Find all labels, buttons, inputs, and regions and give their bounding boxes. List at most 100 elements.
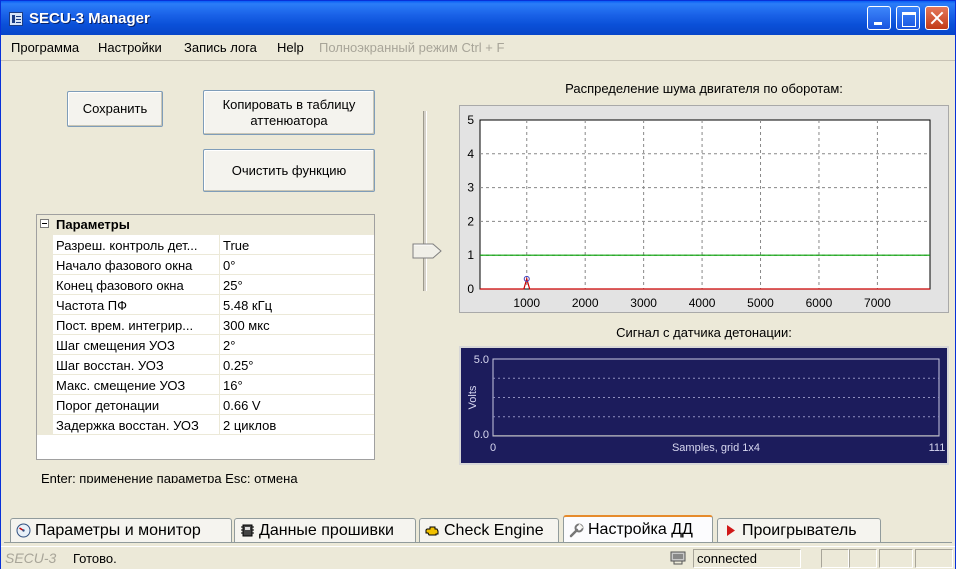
clear-function-button[interactable]: Очистить функцию bbox=[203, 149, 375, 192]
connection-icon bbox=[669, 549, 693, 568]
row-gutter bbox=[37, 275, 53, 295]
column-divider[interactable] bbox=[219, 335, 220, 355]
tab-firmware-data[interactable]: Данные прошивки bbox=[234, 518, 416, 542]
param-row[interactable]: Разреш. контроль дет... True bbox=[37, 235, 374, 255]
signal-chart[interactable]: 5.0 0.0 0 111 Samples, grid 1x4 Volts bbox=[459, 346, 949, 465]
menu-settings[interactable]: Настройки bbox=[98, 40, 162, 55]
minimize-button[interactable] bbox=[867, 6, 891, 30]
param-value[interactable]: 0.25° bbox=[223, 358, 254, 373]
column-divider[interactable] bbox=[219, 395, 220, 415]
param-value[interactable]: 2° bbox=[223, 338, 235, 353]
column-divider[interactable] bbox=[219, 315, 220, 335]
signal-chart-title: Сигнал с датчика детонации: bbox=[616, 325, 792, 340]
param-name: Частота ПФ bbox=[56, 298, 128, 313]
app-icon[interactable] bbox=[9, 12, 23, 26]
row-gutter bbox=[37, 415, 53, 435]
status-bar: SECU-3 Готово. connected bbox=[1, 546, 955, 569]
tab-knock-sensor-setup[interactable]: Настройка ДД bbox=[563, 515, 713, 543]
x-tick-label: 5000 bbox=[747, 296, 774, 310]
slider-thumb[interactable] bbox=[412, 243, 442, 259]
param-row[interactable]: Задержка восстан. УОЗ 2 циклов bbox=[37, 415, 374, 435]
param-name: Конец фазового окна bbox=[56, 278, 184, 293]
x-tick-label: 4000 bbox=[689, 296, 716, 310]
maximize-button[interactable] bbox=[896, 6, 920, 30]
column-divider[interactable] bbox=[219, 275, 220, 295]
param-value[interactable]: 0.66 V bbox=[223, 398, 261, 413]
row-gutter bbox=[37, 335, 53, 355]
menu-log[interactable]: Запись лога bbox=[184, 40, 257, 55]
param-value[interactable]: 16° bbox=[223, 378, 243, 393]
status-pane-1 bbox=[821, 549, 849, 568]
y-tick-label: 0 bbox=[467, 282, 474, 296]
param-value[interactable]: 2 циклов bbox=[223, 418, 276, 433]
column-divider[interactable] bbox=[219, 415, 220, 435]
tab-label: Check Engine bbox=[444, 521, 544, 539]
menu-bar: Программа Настройки Запись лога Help Пол… bbox=[1, 35, 955, 61]
param-row[interactable]: Шаг смещения УОЗ 2° bbox=[37, 335, 374, 355]
gauge-icon bbox=[16, 523, 31, 538]
tab-player[interactable]: Проигрыватель bbox=[717, 518, 881, 542]
app-window: SECU-3 Manager Программа Настройки Запис… bbox=[0, 0, 956, 569]
title-bar[interactable]: SECU-3 Manager bbox=[1, 1, 955, 35]
close-button[interactable] bbox=[925, 6, 949, 30]
status-app-name: SECU-3 bbox=[5, 550, 57, 566]
parameters-category[interactable]: Параметры bbox=[37, 215, 374, 235]
param-row[interactable]: Пост. врем. интегрир... 300 мкс bbox=[37, 315, 374, 335]
param-value[interactable]: True bbox=[223, 238, 249, 253]
row-gutter bbox=[37, 395, 53, 415]
collapse-icon[interactable] bbox=[40, 219, 49, 228]
row-gutter bbox=[37, 355, 53, 375]
param-value[interactable]: 0° bbox=[223, 258, 235, 273]
tab-params-monitor[interactable]: Параметры и монитор bbox=[10, 518, 232, 542]
copy-to-attenuator-table-button[interactable]: Копировать в таблицу аттенюатора bbox=[203, 90, 375, 135]
slider-track[interactable] bbox=[423, 111, 427, 291]
x-tick-label: 1000 bbox=[513, 296, 540, 310]
menu-help[interactable]: Help bbox=[277, 40, 304, 55]
column-divider[interactable] bbox=[219, 255, 220, 275]
param-row[interactable]: Макс. смещение УОЗ 16° bbox=[37, 375, 374, 395]
column-divider[interactable] bbox=[219, 355, 220, 375]
connection-status: connected bbox=[697, 551, 757, 566]
tab-label: Проигрыватель bbox=[742, 521, 857, 539]
menu-fullscreen: Полноэкранный режим Ctrl + F bbox=[319, 40, 505, 55]
param-row[interactable]: Конец фазового окна 25° bbox=[37, 275, 374, 295]
play-icon bbox=[727, 525, 735, 536]
y-axis-label: Volts bbox=[467, 385, 479, 409]
param-value[interactable]: 5.48 кГц bbox=[223, 298, 272, 313]
param-name: Разреш. контроль дет... bbox=[56, 238, 198, 253]
plot-area bbox=[479, 119, 931, 290]
x-tick-label: 2000 bbox=[572, 296, 599, 310]
menu-program[interactable]: Программа bbox=[11, 40, 79, 55]
param-row[interactable]: Шаг восстан. УОЗ 0.25° bbox=[37, 355, 374, 375]
tab-baseline bbox=[4, 542, 952, 543]
param-row[interactable]: Порог детонации 0.66 V bbox=[37, 395, 374, 415]
save-button[interactable]: Сохранить bbox=[67, 91, 163, 127]
param-value[interactable]: 300 мкс bbox=[223, 318, 270, 333]
y-tick-label: 5 bbox=[467, 113, 474, 127]
row-gutter bbox=[37, 255, 53, 275]
hint-text: Enter: применение параметра Esc: отмена bbox=[41, 471, 298, 483]
status-text: Готово. bbox=[73, 551, 117, 566]
noise-chart-plot: 1000 2000 3000 4000 5000 6000 7000 0 1 2 3 4 5 bbox=[467, 113, 931, 310]
y-tick-label: 2 bbox=[467, 214, 474, 228]
param-name: Шаг смещения УОЗ bbox=[56, 338, 175, 353]
x-axis-label: Samples, grid 1x4 bbox=[672, 442, 760, 454]
row-gutter bbox=[37, 375, 53, 395]
param-value[interactable]: 25° bbox=[223, 278, 243, 293]
y-tick-label: 1 bbox=[467, 248, 474, 262]
window-title: SECU-3 Manager bbox=[29, 10, 150, 27]
param-name: Начало фазового окна bbox=[56, 258, 193, 273]
y-tick-label: 4 bbox=[467, 147, 474, 161]
tab-check-engine[interactable]: Check Engine bbox=[419, 518, 559, 542]
tab-label: Параметры и монитор bbox=[35, 521, 201, 539]
column-divider[interactable] bbox=[219, 375, 220, 395]
param-row[interactable]: Частота ПФ 5.48 кГц bbox=[37, 295, 374, 315]
x-tick-label: 3000 bbox=[630, 296, 657, 310]
tab-label: Настройка ДД bbox=[588, 521, 693, 538]
param-row[interactable]: Начало фазового окна 0° bbox=[37, 255, 374, 275]
parameters-grid: Параметры Разреш. контроль дет... True Нач… bbox=[36, 214, 375, 460]
noise-chart[interactable]: 1000 2000 3000 4000 5000 6000 7000 0 1 2 3 4 5 bbox=[459, 105, 949, 313]
column-divider[interactable] bbox=[219, 295, 220, 315]
column-divider[interactable] bbox=[219, 235, 220, 255]
row-gutter bbox=[37, 235, 53, 255]
